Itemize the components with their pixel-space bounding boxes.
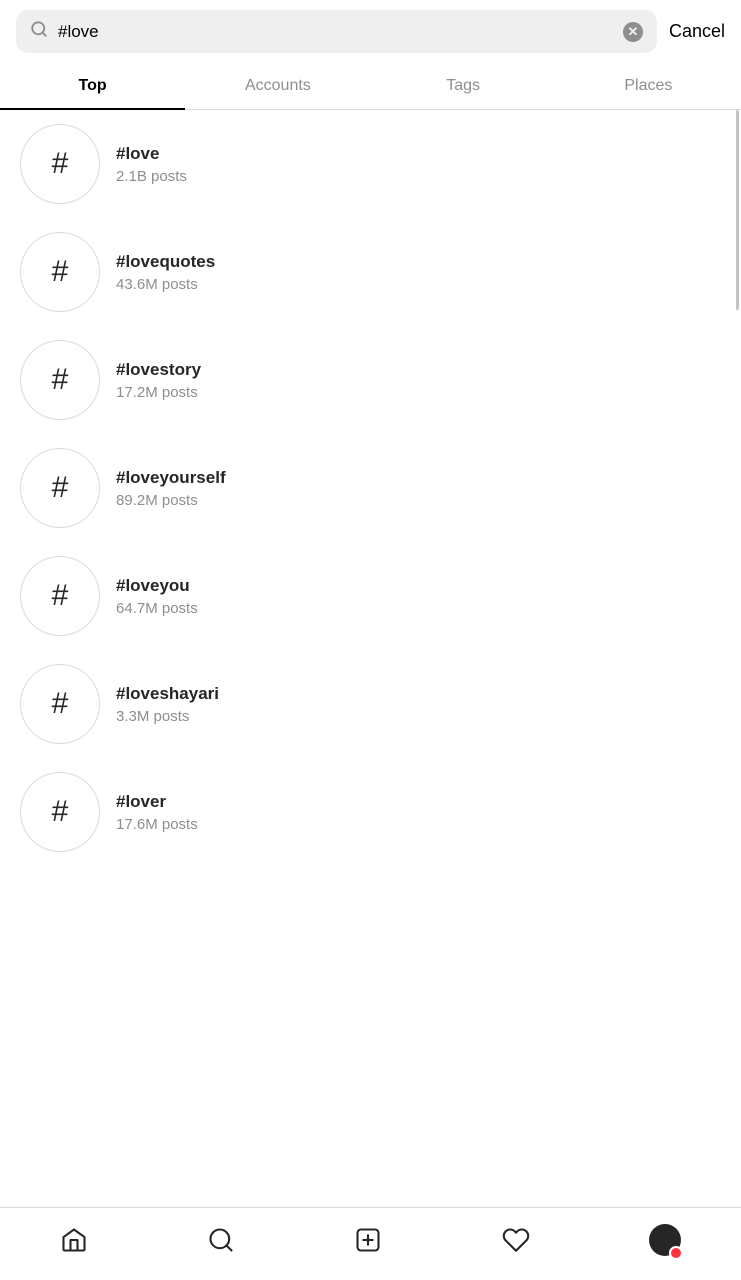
search-icon [30,20,48,43]
home-icon [60,1226,88,1254]
content-area: # #love 2.1B posts # #lovequotes 43.6M p… [0,110,741,866]
list-item[interactable]: # #love 2.1B posts [0,110,741,218]
hashtag-posts: 64.7M posts [116,600,198,617]
hashtag-name: #lover [116,792,198,812]
clear-button[interactable]: ✕ [623,22,643,42]
search-nav-button[interactable] [199,1222,243,1258]
hashtag-name: #loveyourself [116,468,226,488]
hashtag-name: #loveyou [116,576,198,596]
hashtag-icon: # [20,664,100,744]
list-item[interactable]: # #loveyourself 89.2M posts [0,434,741,542]
hashtag-posts: 3.3M posts [116,708,219,725]
hashtag-posts: 17.6M posts [116,816,198,833]
home-nav-button[interactable] [52,1222,96,1258]
tab-tags[interactable]: Tags [371,63,556,109]
hashtag-icon: # [20,448,100,528]
hashtag-posts: 17.2M posts [116,384,201,401]
profile-nav-button[interactable] [641,1220,689,1260]
list-item[interactable]: # #loveshayari 3.3M posts [0,650,741,758]
hashtag-name: #lovequotes [116,252,215,272]
hashtag-icon: # [20,124,100,204]
heart-icon [502,1226,530,1254]
tab-top[interactable]: Top [0,63,185,109]
list-item[interactable]: # #lover 17.6M posts [0,758,741,866]
hashtag-name: #lovestory [116,360,201,380]
hashtag-posts: 43.6M posts [116,276,215,293]
activity-nav-button[interactable] [494,1222,538,1258]
hashtag-icon: # [20,772,100,852]
cancel-button[interactable]: Cancel [669,21,725,42]
scrollbar-thumb [736,110,739,310]
search-nav-icon [207,1226,235,1254]
scrollbar-track [736,110,739,866]
hashtag-name: #love [116,144,187,164]
list-item[interactable]: # #loveyou 64.7M posts [0,542,741,650]
tab-places[interactable]: Places [556,63,741,109]
add-nav-button[interactable] [346,1222,390,1258]
hashtag-name: #loveshayari [116,684,219,704]
hashtag-posts: 89.2M posts [116,492,226,509]
hashtag-icon: # [20,232,100,312]
tab-accounts[interactable]: Accounts [185,63,370,109]
list-item[interactable]: # #lovestory 17.2M posts [0,326,741,434]
profile-avatar [649,1224,681,1256]
tab-bar: Top Accounts Tags Places [0,63,741,110]
search-input[interactable] [58,22,613,42]
hashtag-icon: # [20,556,100,636]
list-item[interactable]: # #lovequotes 43.6M posts [0,218,741,326]
clear-icon: ✕ [623,22,643,42]
search-input-wrapper: ✕ [16,10,657,53]
hashtag-posts: 2.1B posts [116,168,187,185]
search-bar: ✕ Cancel [0,0,741,63]
bottom-nav [0,1207,741,1280]
add-icon [354,1226,382,1254]
hashtag-list: # #love 2.1B posts # #lovequotes 43.6M p… [0,110,741,866]
hashtag-icon: # [20,340,100,420]
